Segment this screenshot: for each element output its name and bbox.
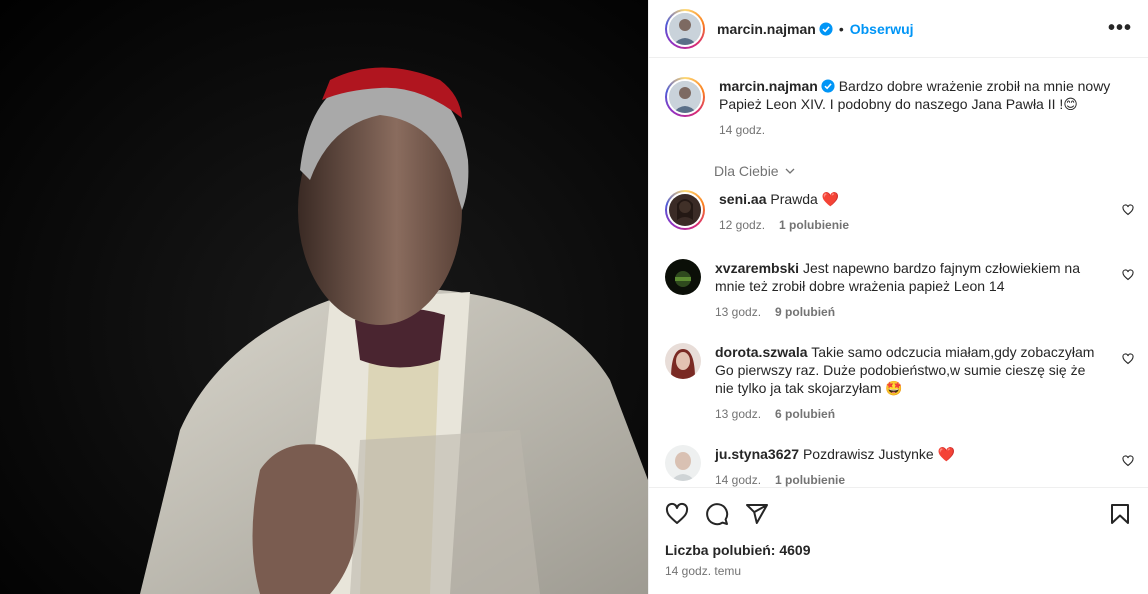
caption-avatar[interactable] — [665, 77, 705, 117]
author-username[interactable]: marcin.najman — [717, 21, 816, 37]
caption-time: 14 godz. — [719, 123, 766, 137]
comment-time: 12 godz. — [719, 218, 766, 232]
author-avatar[interactable] — [665, 8, 705, 49]
comment-likes[interactable]: 1 polubienie — [779, 218, 849, 232]
like-comment-heart-icon[interactable] — [1122, 353, 1134, 365]
post-actions: Liczba polubień: 4609 14 godz. temu — [649, 487, 1148, 594]
comments-filter-dropdown[interactable]: Dla Ciebie — [714, 163, 796, 179]
post-image[interactable] — [0, 0, 648, 594]
comment-avatar[interactable] — [665, 259, 701, 295]
comment-username[interactable]: seni.aa — [719, 191, 766, 207]
separator-dot: • — [838, 20, 844, 37]
post-panel: marcin.najman • Obserwuj ••• marcin.najm… — [648, 0, 1148, 594]
likes-count[interactable]: Liczba polubień: 4609 — [665, 542, 1132, 558]
follow-button[interactable]: Obserwuj — [850, 21, 914, 37]
comment-item: dorota.szwala Takie samo odczucia miałam… — [649, 343, 1148, 423]
comment-likes[interactable]: 6 polubień — [775, 407, 835, 421]
save-bookmark-icon[interactable] — [1108, 502, 1132, 526]
comment-bubble-icon[interactable] — [705, 502, 729, 526]
like-comment-heart-icon[interactable] — [1122, 455, 1134, 467]
like-comment-heart-icon[interactable] — [1122, 269, 1134, 281]
comment-avatar[interactable] — [665, 445, 701, 481]
chevron-down-icon — [786, 168, 795, 174]
more-options-button[interactable]: ••• — [1108, 17, 1132, 40]
verified-badge-icon — [819, 21, 833, 36]
comment-likes[interactable]: 9 polubień — [775, 305, 835, 319]
post-header: marcin.najman • Obserwuj ••• — [649, 0, 1148, 58]
comment-item: xvzarembski Jest napewno bardzo fajnym c… — [649, 259, 1148, 321]
comment-avatar[interactable] — [665, 190, 705, 230]
post-timestamp: 14 godz. temu — [665, 564, 742, 578]
share-send-icon[interactable] — [745, 502, 769, 526]
filter-label: Dla Ciebie — [714, 163, 779, 179]
comment-time: 13 godz. — [715, 407, 762, 421]
comment-time: 14 godz. — [715, 473, 762, 487]
comment-username[interactable]: xvzarembski — [715, 260, 799, 276]
verified-badge-icon — [821, 79, 835, 93]
comment-time: 13 godz. — [715, 305, 762, 319]
comment-username[interactable]: dorota.szwala — [715, 344, 808, 360]
comment-text: Pozdrawisz Justynke ❤️ — [802, 446, 955, 462]
like-heart-icon[interactable] — [665, 502, 689, 526]
comment-text: Prawda ❤️ — [770, 191, 840, 207]
caption-row: marcin.najman Bardzo dobre wrażenie zrob… — [649, 77, 1148, 139]
caption-username[interactable]: marcin.najman — [719, 78, 818, 94]
comments-list[interactable]: marcin.najman Bardzo dobre wrażenie zrob… — [649, 59, 1148, 487]
comment-likes[interactable]: 1 polubienie — [775, 473, 845, 487]
post-photo — [0, 0, 648, 594]
comment-item: seni.aa Prawda ❤️ 12 godz. 1 polubienie — [649, 190, 1148, 234]
like-comment-heart-icon[interactable] — [1122, 204, 1134, 216]
comment-item: ju.styna3627 Pozdrawisz Justynke ❤️ 14 g… — [649, 445, 1148, 487]
comment-avatar[interactable] — [665, 343, 701, 379]
comment-username[interactable]: ju.styna3627 — [715, 446, 799, 462]
